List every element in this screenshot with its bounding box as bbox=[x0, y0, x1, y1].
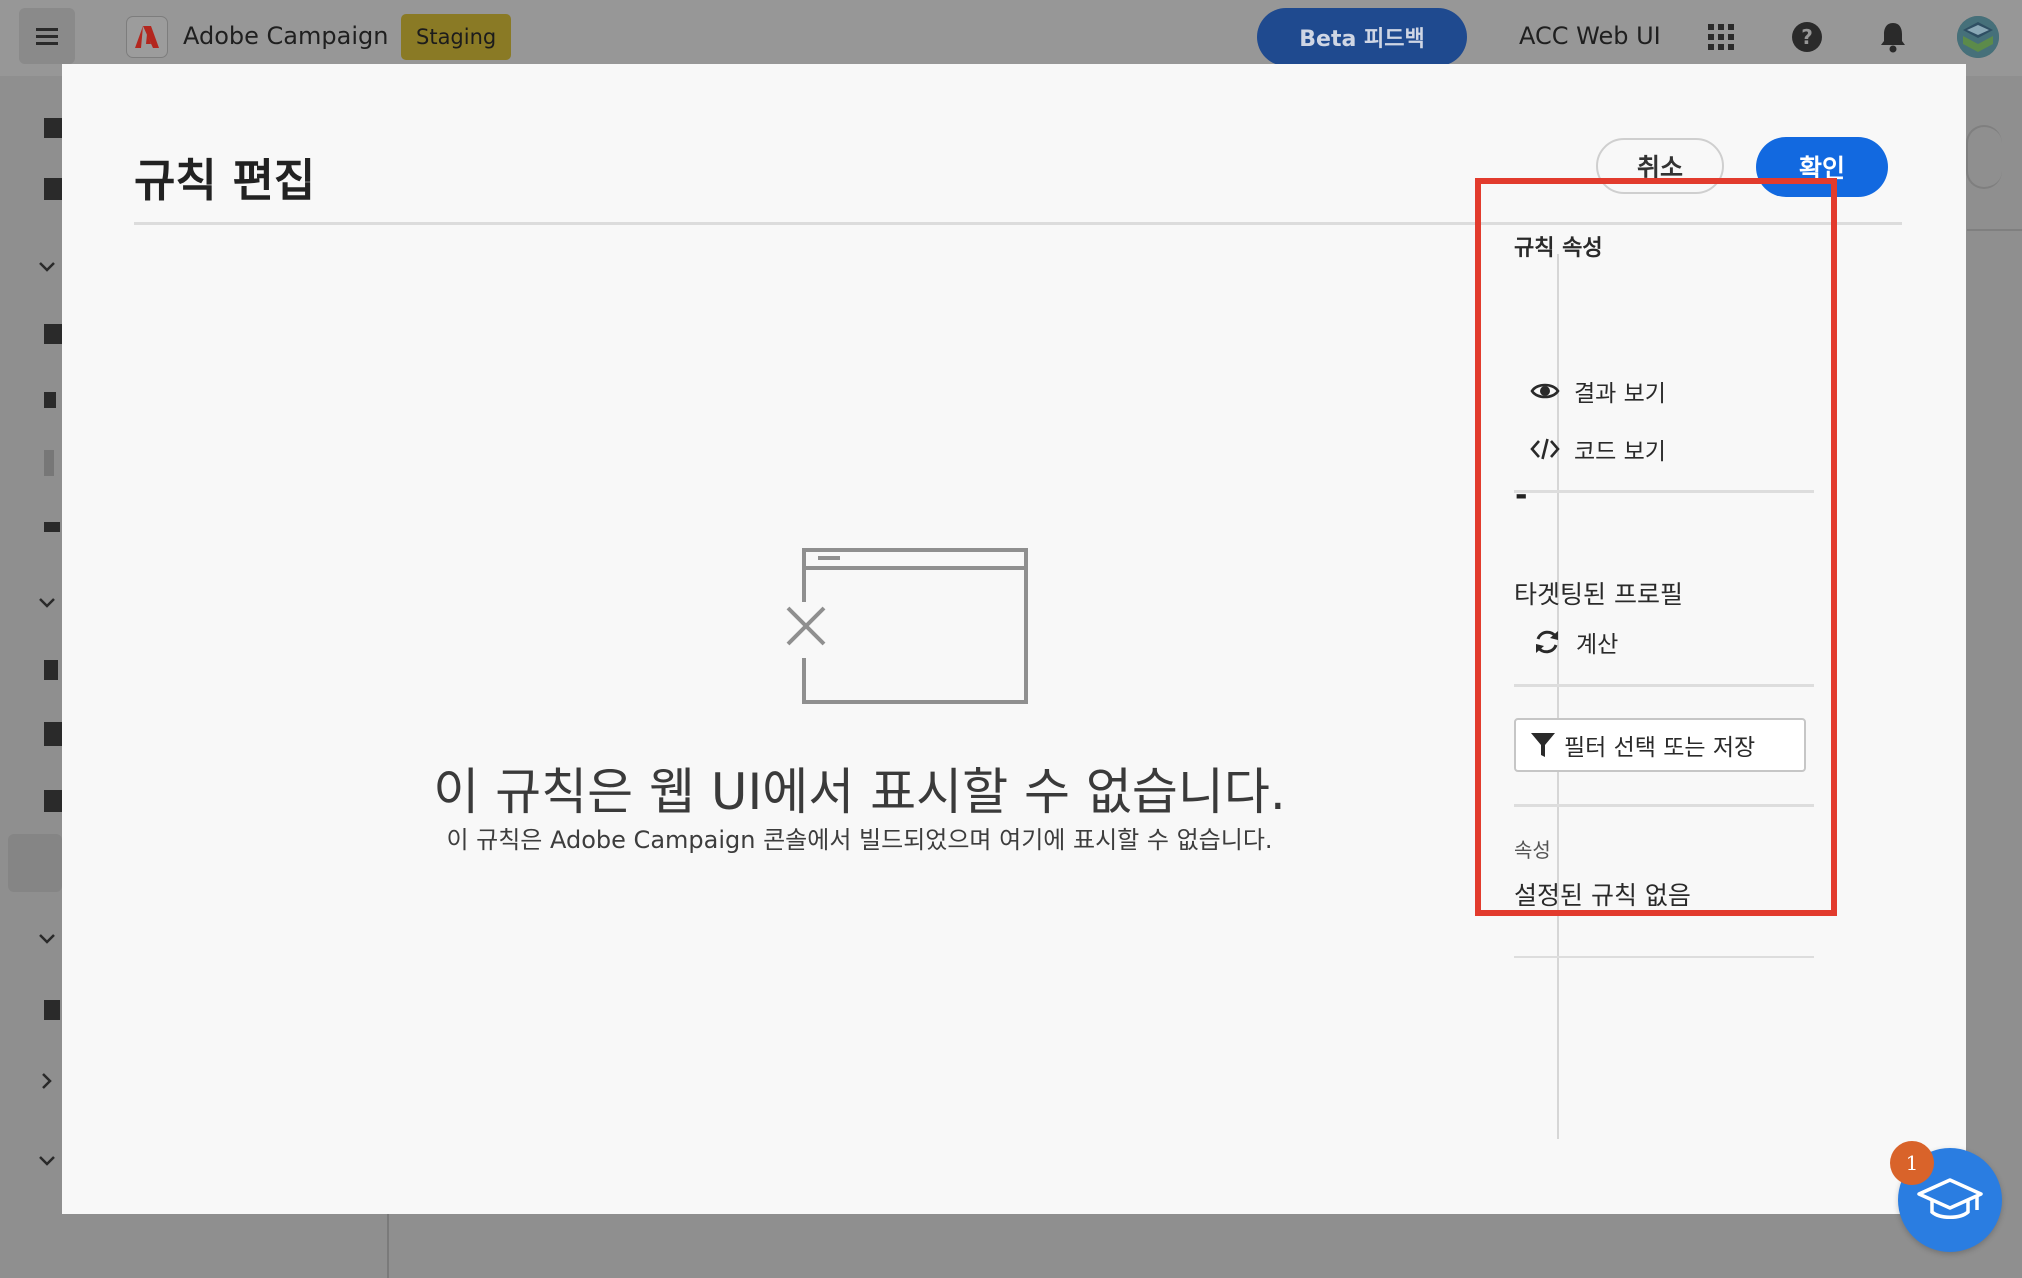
org-switcher[interactable]: ACC Web UI bbox=[1519, 22, 1661, 50]
targeted-profiles-label: 타겟팅된 프로필 bbox=[1514, 580, 1683, 609]
panel-separator bbox=[1514, 804, 1814, 807]
code-icon bbox=[1530, 438, 1560, 460]
background-search bbox=[1966, 125, 2002, 189]
help-icon[interactable]: ? bbox=[1787, 17, 1827, 57]
filter-icon bbox=[1531, 733, 1555, 757]
panel-separator bbox=[1514, 956, 1814, 958]
beta-feedback-button[interactable]: Beta 피드백 bbox=[1257, 8, 1467, 66]
adobe-logo-icon[interactable] bbox=[126, 16, 168, 58]
filter-button-label: 필터 선택 또는 저장 bbox=[1564, 735, 1756, 761]
chevron-down-icon[interactable] bbox=[36, 592, 58, 614]
menu-icon bbox=[36, 28, 58, 45]
view-results-button[interactable]: 결과 보기 bbox=[1530, 374, 1666, 408]
profile-nav-icon[interactable] bbox=[44, 660, 58, 680]
user-avatar[interactable] bbox=[1957, 16, 1999, 58]
chevron-down-icon[interactable] bbox=[36, 256, 58, 278]
view-results-label: 결과 보기 bbox=[1574, 381, 1666, 407]
view-code-button[interactable]: 코드 보기 bbox=[1530, 432, 1666, 466]
subscription-nav-icon[interactable] bbox=[44, 790, 64, 812]
targeted-profiles-count: - bbox=[1515, 478, 1528, 513]
chevron-down-icon[interactable] bbox=[36, 1150, 58, 1172]
rule-properties-title: 규칙 속성 bbox=[1514, 236, 1603, 261]
app-title[interactable]: Adobe Campaign bbox=[183, 22, 388, 50]
svg-text:?: ? bbox=[1801, 25, 1813, 49]
home-nav-icon[interactable] bbox=[44, 118, 62, 138]
chevron-down-icon[interactable] bbox=[36, 928, 58, 950]
environment-badge: Staging bbox=[401, 14, 512, 60]
item-nav-icon[interactable] bbox=[44, 522, 60, 532]
learn-notification-badge: 1 bbox=[1890, 1141, 1934, 1185]
page-nav-icon[interactable] bbox=[44, 450, 54, 476]
empty-state-title: 이 규칙은 웹 UI에서 표시할 수 없습니다. bbox=[433, 763, 1286, 821]
background-divider bbox=[1967, 229, 2022, 231]
refresh-icon bbox=[1536, 630, 1558, 654]
explorer-nav-icon[interactable] bbox=[44, 178, 64, 200]
chevron-right-icon[interactable] bbox=[36, 1070, 58, 1092]
empty-state-description: 이 규칙은 Adobe Campaign 콘솔에서 빌드되었으며 여기에 표시할… bbox=[446, 826, 1273, 854]
calculate-button[interactable]: 계산 bbox=[1532, 625, 1618, 659]
hamburger-menu-button[interactable] bbox=[19, 8, 75, 64]
panel-separator bbox=[1514, 684, 1814, 687]
apps-grid-icon[interactable] bbox=[1701, 17, 1741, 57]
selected-nav-item[interactable] bbox=[8, 834, 62, 892]
properties-label: 속성 bbox=[1514, 838, 1551, 862]
dialog-title: 규칙 편집 bbox=[134, 154, 316, 207]
graduation-cap-icon bbox=[1917, 1178, 1983, 1219]
view-code-label: 코드 보기 bbox=[1574, 439, 1666, 465]
notifications-bell-icon[interactable] bbox=[1873, 17, 1913, 57]
broken-window-icon bbox=[782, 548, 1028, 704]
campaign-nav-icon[interactable] bbox=[44, 324, 62, 344]
select-or-save-filter-button[interactable]: 필터 선택 또는 저장 bbox=[1514, 718, 1806, 772]
report-nav-icon[interactable] bbox=[44, 1000, 60, 1020]
audience-nav-icon[interactable] bbox=[44, 722, 62, 746]
properties-value: 설정된 규칙 없음 bbox=[1514, 881, 1691, 910]
eye-icon bbox=[1530, 383, 1560, 399]
delivery-nav-icon[interactable] bbox=[44, 392, 56, 408]
panel-separator bbox=[1514, 490, 1814, 493]
calculate-label: 계산 bbox=[1576, 632, 1619, 658]
